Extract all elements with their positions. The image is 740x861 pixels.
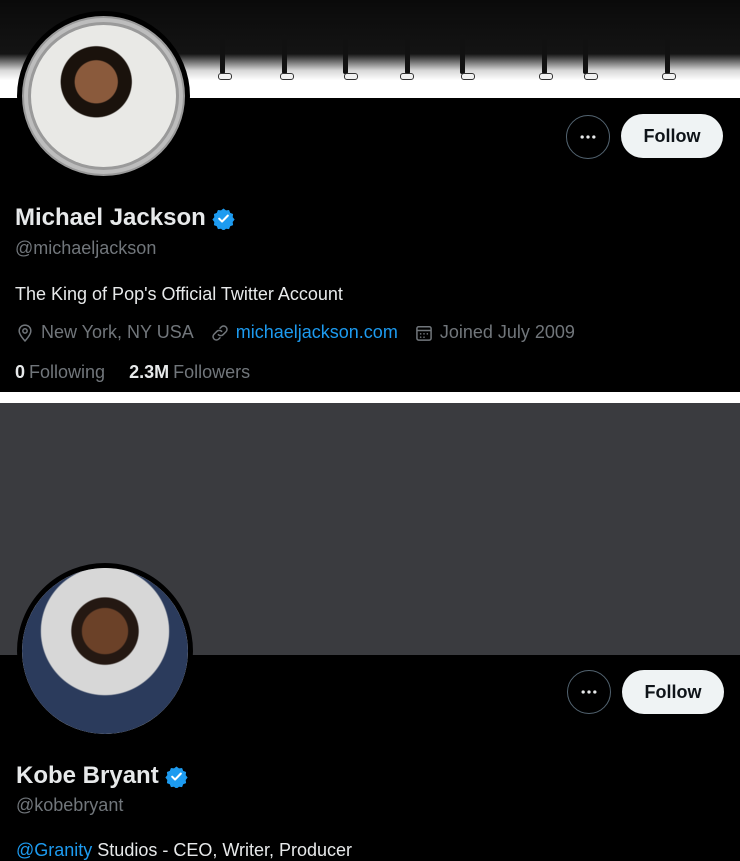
- display-name-text: Kobe Bryant: [16, 762, 159, 789]
- profile-bio: The King of Pop's Official Twitter Accou…: [15, 284, 343, 304]
- profile-meta: New York, NY USA michaeljackson.com Join…: [15, 322, 591, 343]
- banner-dancer-figure: [400, 34, 414, 80]
- follow-button[interactable]: Follow: [621, 114, 723, 158]
- profile-bio: @Granity Studios - CEO, Writer, Producer: [16, 840, 352, 861]
- banner-dancer-figure: [660, 34, 676, 80]
- followers-label: Followers: [173, 362, 251, 382]
- following-count: 0: [15, 362, 26, 382]
- profile-card-kobe-bryant: Follow Kobe Bryant @kobebryant @Granity …: [0, 403, 740, 861]
- avatar-frame: [24, 18, 183, 174]
- more-horizontal-icon: [580, 135, 596, 139]
- website-link[interactable]: michaeljackson.com: [236, 322, 398, 343]
- display-name: Michael Jackson: [15, 204, 235, 232]
- display-name-text: Michael Jackson: [15, 204, 206, 231]
- location-pin-icon: [18, 323, 32, 342]
- followers-count: 2.3M: [129, 362, 170, 382]
- more-options-button[interactable]: [567, 670, 611, 714]
- followers-stat[interactable]: 2.3M Followers: [129, 362, 250, 383]
- verified-badge-icon[interactable]: [165, 765, 188, 788]
- follow-stats: 0 Following 2.3M Followers: [15, 362, 274, 383]
- link-icon: [212, 324, 228, 341]
- banner-dancer-figure: [340, 34, 358, 80]
- avatar[interactable]: [17, 11, 190, 181]
- joined-item: Joined July 2009: [414, 322, 575, 343]
- joined-text: Joined July 2009: [439, 322, 575, 342]
- banner-dancer-figure: [538, 34, 553, 80]
- location-text: New York, NY USA: [41, 322, 194, 342]
- banner-dancer-figure: [580, 34, 598, 80]
- following-label: Following: [29, 362, 106, 382]
- banner-dancer-figure: [278, 34, 294, 80]
- avatar-photo: [22, 568, 188, 734]
- website-item[interactable]: michaeljackson.com: [210, 322, 398, 343]
- bio-text: Studios - CEO, Writer, Producer: [92, 840, 353, 860]
- calendar-icon: [415, 325, 432, 341]
- verified-badge-icon[interactable]: [212, 207, 235, 230]
- bio-mention-link[interactable]: @Granity: [16, 840, 92, 860]
- more-horizontal-icon: [581, 690, 597, 694]
- profile-card-michael-jackson: Follow Michael Jackson @michaeljackson T…: [0, 0, 740, 392]
- follow-button[interactable]: Follow: [622, 670, 724, 714]
- location-item: New York, NY USA: [15, 322, 194, 343]
- user-handle: @michaeljackson: [15, 238, 157, 258]
- following-stat[interactable]: 0 Following: [15, 362, 105, 383]
- banner-dancer-figure: [458, 34, 475, 80]
- user-handle: @kobebryant: [16, 795, 124, 815]
- display-name: Kobe Bryant: [16, 762, 188, 790]
- more-options-button[interactable]: [566, 115, 610, 159]
- avatar[interactable]: [17, 563, 193, 739]
- banner-dancer-figure: [218, 34, 232, 80]
